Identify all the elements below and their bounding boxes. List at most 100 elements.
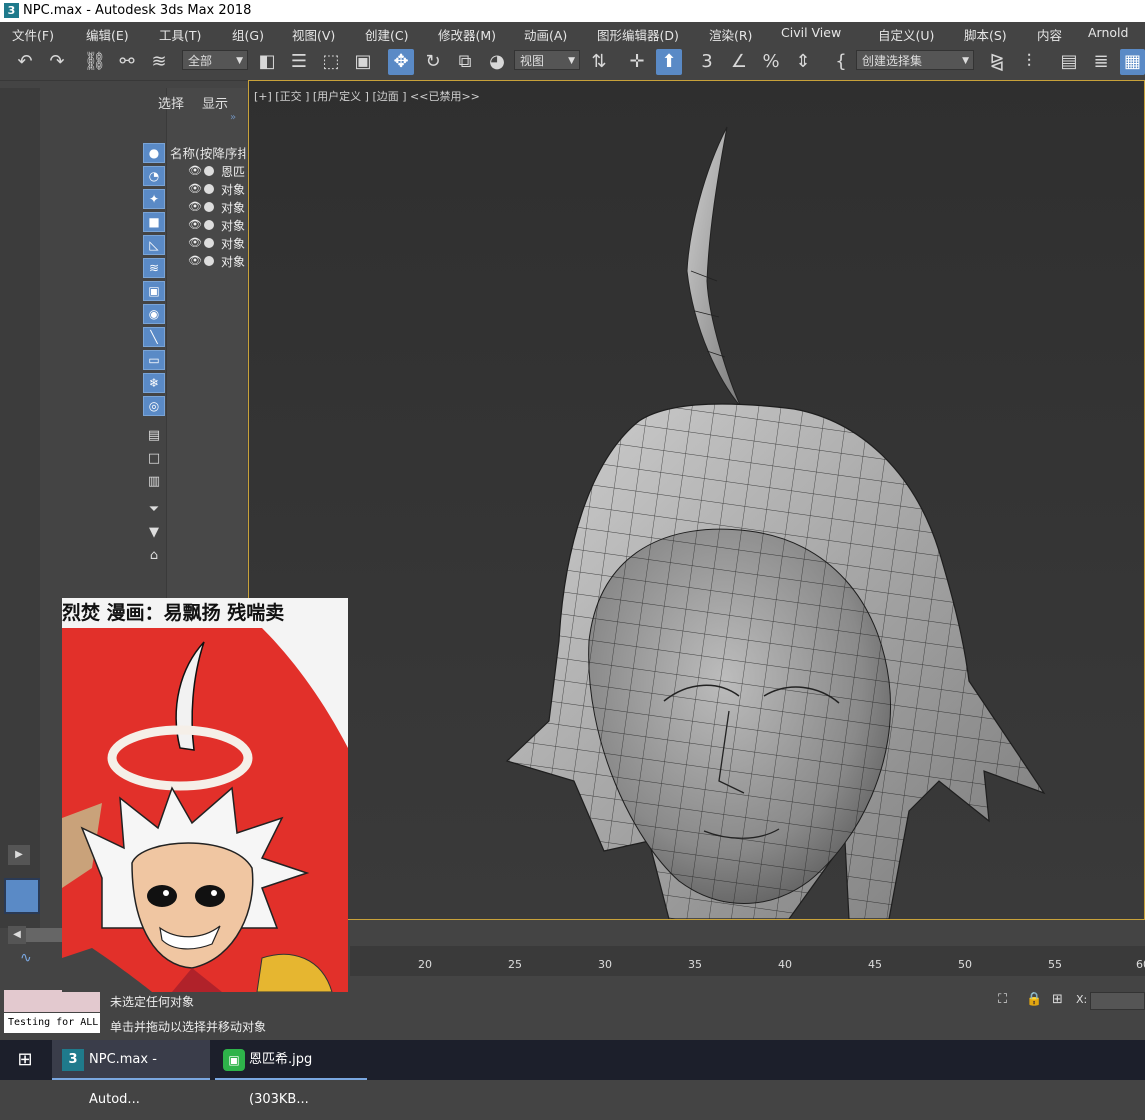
bind-space-warp-icon[interactable]: ≋ [146, 49, 172, 75]
timeline-track[interactable] [350, 946, 1145, 976]
tab-select[interactable]: 选择 [158, 93, 184, 112]
scene-row[interactable]: 👁 对象 [188, 235, 246, 252]
reference-coordinate-dropdown[interactable]: 视图 ▼ [514, 50, 580, 70]
container-icon[interactable]: ⌂ [143, 546, 165, 566]
snap-3d-icon[interactable]: 3 [694, 49, 720, 75]
display-bones-icon[interactable]: ╲ [143, 327, 165, 347]
display-xrefs-icon[interactable]: ◉ [143, 304, 165, 324]
visibility-eye-icon[interactable]: 👁 [188, 200, 202, 213]
display-none-icon[interactable]: □ [143, 449, 165, 469]
perspective-viewport[interactable] [248, 80, 1145, 920]
name-column-header[interactable]: 名称(按降序排 [170, 143, 246, 162]
toggle-ribbon-icon[interactable]: ▦ [1120, 49, 1145, 75]
window-crossing-icon[interactable]: ▣ [350, 49, 376, 75]
tab-display[interactable]: 显示 [202, 93, 228, 112]
angle-snap-icon[interactable]: ∠ [726, 49, 752, 75]
display-cameras-icon[interactable]: ■ [143, 212, 165, 232]
align-icon[interactable]: ⫶ [1016, 49, 1042, 75]
display-shapes-icon[interactable]: ◔ [143, 166, 165, 186]
menu-edit[interactable]: 编辑(E) [86, 25, 129, 44]
x-coordinate-field[interactable] [1090, 992, 1145, 1010]
menu-views[interactable]: 视图(V) [292, 25, 335, 44]
time-prev-icon[interactable]: ◀ [8, 926, 26, 944]
menu-animation[interactable]: 动画(A) [524, 25, 567, 44]
display-geometry-icon[interactable]: ● [143, 143, 165, 163]
redo-icon[interactable]: ↷ [44, 49, 70, 75]
scene-row[interactable]: 👁 恩匹 [188, 163, 246, 180]
select-rotate-icon[interactable]: ↻ [420, 49, 446, 75]
menu-rendering[interactable]: 渲染(R) [709, 25, 752, 44]
spinner-snap-icon[interactable]: ⇕ [790, 49, 816, 75]
expand-chevron-icon[interactable]: » [230, 112, 236, 123]
3dsmax-app-icon[interactable]: 3 [4, 3, 19, 18]
toggle-scene-explorer-icon[interactable]: ▤ [1056, 49, 1082, 75]
display-all-icon[interactable]: ▤ [143, 426, 165, 446]
display-groups-icon[interactable]: ▣ [143, 281, 165, 301]
mirror-icon[interactable]: ⧎ [984, 49, 1010, 75]
scene-row[interactable]: 👁 对象 [188, 217, 246, 234]
edit-named-sets-icon[interactable]: { [828, 49, 854, 75]
display-spacewarps-icon[interactable]: ≋ [143, 258, 165, 278]
display-containers-icon[interactable]: ▭ [143, 350, 165, 370]
select-scale-icon[interactable]: ⧉ [452, 49, 478, 75]
place-icon[interactable]: ◕ [484, 49, 510, 75]
visibility-eye-icon[interactable]: 👁 [188, 164, 202, 177]
menu-customize[interactable]: 自定义(U) [878, 25, 934, 44]
keyboard-shortcut-icon[interactable]: ✛ [624, 49, 650, 75]
absolute-mode-icon[interactable]: ⊞ [1052, 992, 1063, 1007]
display-frozen-icon[interactable]: ❄ [143, 373, 165, 393]
reference-image-window[interactable]: 烈焚 漫画：易飘扬 残喘卖 [62, 598, 348, 992]
named-selection-dropdown[interactable]: 创建选择集 ▼ [856, 50, 974, 70]
viewport-label[interactable]: [+] [正交 ] [用户定义 ] [边面 ] <<已禁用>> [254, 88, 480, 104]
filter-icon[interactable]: ▼ [143, 523, 165, 543]
maxscript-listener-mini[interactable] [4, 990, 100, 1012]
toggle-layer-explorer-icon[interactable]: ≣ [1088, 49, 1114, 75]
display-helpers-icon[interactable]: ◺ [143, 235, 165, 255]
menu-arnold[interactable]: Arnold [1088, 25, 1128, 40]
visibility-eye-icon[interactable]: 👁 [188, 236, 202, 249]
visibility-eye-icon[interactable]: 👁 [188, 182, 202, 195]
menu-scripting[interactable]: 脚本(S) [964, 25, 1007, 44]
undo-icon[interactable]: ↶ [12, 49, 38, 75]
menu-create[interactable]: 创建(C) [365, 25, 408, 44]
freeze-dot-icon[interactable] [204, 166, 214, 176]
isolate-selection-icon[interactable]: ⛶ [998, 992, 1007, 1007]
selection-filter-dropdown[interactable]: 全部 ▼ [182, 50, 248, 70]
freeze-dot-icon[interactable] [204, 202, 214, 212]
visibility-eye-icon[interactable]: 👁 [188, 254, 202, 267]
curve-editor-icon[interactable]: ∿ [20, 950, 32, 966]
freeze-dot-icon[interactable] [204, 184, 214, 194]
scene-row[interactable]: 👁 对象 [188, 199, 246, 216]
display-lights-icon[interactable]: ✦ [143, 189, 165, 209]
freeze-dot-icon[interactable] [204, 220, 214, 230]
menu-modifiers[interactable]: 修改器(M) [438, 25, 496, 44]
menu-civil-view[interactable]: Civil View [781, 25, 841, 40]
taskbar-item-image-viewer[interactable]: ▣ 恩匹希.jpg (303KB... [215, 1040, 367, 1107]
filter-selection-icon[interactable]: ⏷ [143, 500, 165, 520]
unlink-icon[interactable]: ⚯ [114, 49, 140, 75]
select-object-icon[interactable]: ◧ [254, 49, 280, 75]
selection-lock-icon[interactable]: 🔒 [1026, 992, 1042, 1007]
display-hidden-icon[interactable]: ◎ [143, 396, 165, 416]
visibility-eye-icon[interactable]: 👁 [188, 218, 202, 231]
menu-file[interactable]: 文件(F) [12, 25, 54, 44]
play-arrow-icon[interactable]: ▶ [8, 845, 30, 865]
select-by-name-icon[interactable]: ☰ [286, 49, 312, 75]
link-icon[interactable]: ⛓ [82, 49, 108, 75]
freeze-dot-icon[interactable] [204, 256, 214, 266]
select-move-icon[interactable]: ✥ [388, 49, 414, 75]
select-manipulate-icon[interactable]: ⬆ [656, 49, 682, 75]
percent-snap-icon[interactable]: % [758, 49, 784, 75]
windows-start-icon[interactable]: ⊞ [0, 1040, 50, 1080]
rect-region-icon[interactable]: ⬚ [318, 49, 344, 75]
menu-tools[interactable]: 工具(T) [159, 25, 201, 44]
menu-graph-editors[interactable]: 图形编辑器(D) [597, 25, 679, 44]
invert-display-icon[interactable]: ▥ [143, 472, 165, 492]
freeze-dot-icon[interactable] [204, 238, 214, 248]
scene-row[interactable]: 👁 对象 [188, 253, 246, 270]
taskbar-item-3dsmax[interactable]: 3 NPC.max - Autod... [52, 1040, 210, 1107]
viewport-layout-icon[interactable] [4, 878, 40, 914]
menu-group[interactable]: 组(G) [232, 25, 264, 44]
menu-content[interactable]: 内容 [1037, 25, 1062, 44]
maxscript-input[interactable]: Testing for ALL [4, 1013, 100, 1033]
